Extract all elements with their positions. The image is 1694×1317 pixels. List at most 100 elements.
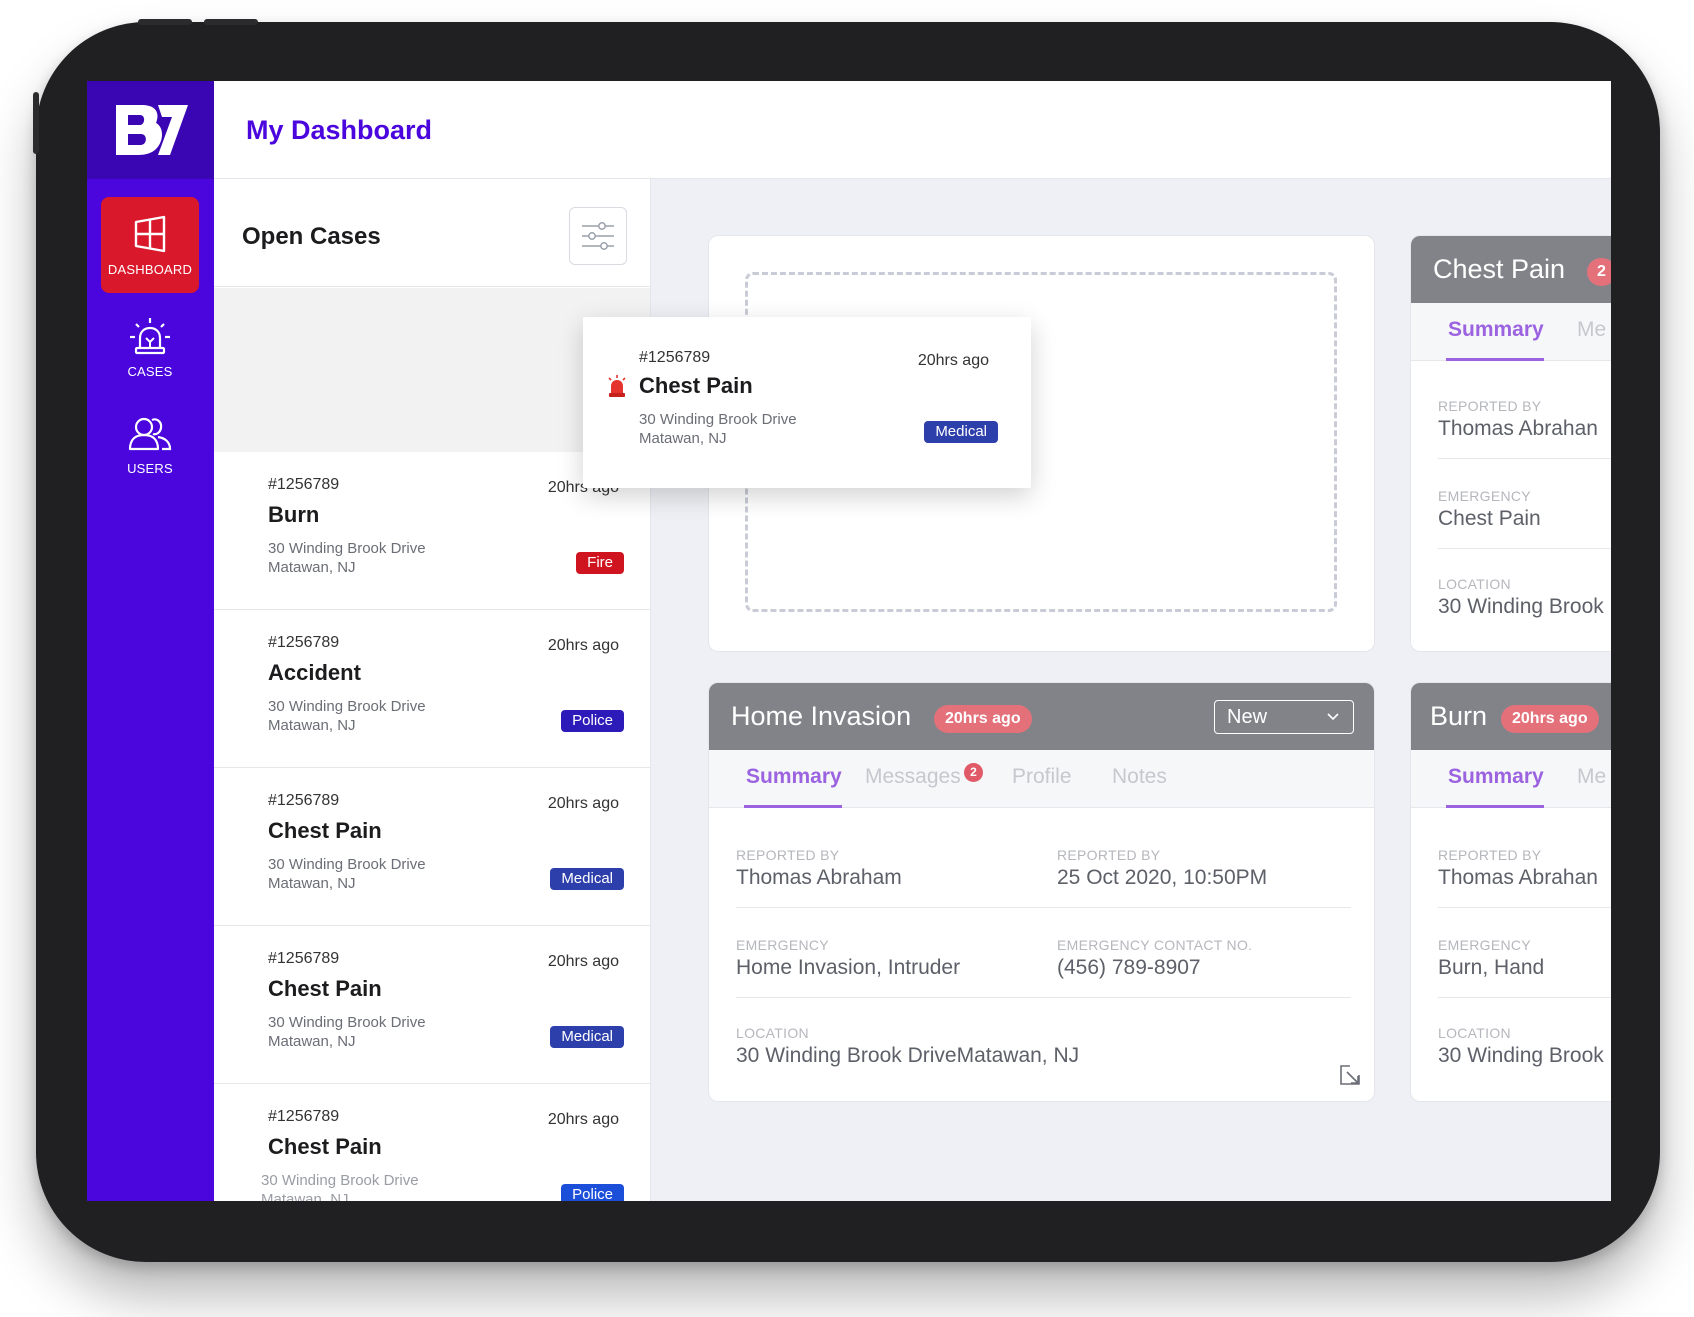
case-id: #1256789 <box>268 792 340 809</box>
count-badge: 2 <box>1587 258 1611 286</box>
tab-summary[interactable]: Summary <box>1448 765 1544 789</box>
tab-profile[interactable]: Profile <box>1012 765 1072 789</box>
card-title: Burn <box>1430 701 1488 731</box>
tablet-top-button <box>204 19 258 25</box>
case-address: 30 Winding Brook Drive <box>268 856 426 873</box>
case-id: #1256789 <box>268 634 340 651</box>
reported-at-label: REPORTED BY <box>1057 847 1161 863</box>
case-time: 20hrs ago <box>547 1111 619 1128</box>
case-title: Chest Pain <box>639 373 753 398</box>
case-time: 20hrs ago <box>547 637 619 654</box>
divider <box>736 907 1351 908</box>
app-screen: DASHBOARD CASES USERS My Dashboard Open … <box>87 81 1611 1201</box>
sidebar-item-cases[interactable]: CASES <box>101 299 199 395</box>
case-title: Chest Pain <box>268 976 382 1001</box>
case-time: 20hrs ago <box>547 795 619 812</box>
tab-active-indicator <box>744 805 842 808</box>
card-header: Chest Pain 2 <box>1411 236 1611 303</box>
time-badge: 20hrs ago <box>934 705 1032 733</box>
case-list-item[interactable]: #1256789 20hrs ago Accident 30 Winding B… <box>214 610 650 768</box>
case-type-tag: Fire <box>576 552 624 574</box>
card-header: Home Invasion 20hrs ago New <box>709 683 1374 750</box>
case-address: 30 Winding Brook Drive <box>268 698 426 715</box>
tab-summary[interactable]: Summary <box>746 765 842 789</box>
case-id: #1256789 <box>268 476 340 493</box>
reported-by-label: REPORTED BY <box>736 847 840 863</box>
emergency-label: EMERGENCY <box>1438 488 1531 504</box>
tab-summary[interactable]: Summary <box>1448 318 1544 342</box>
location-value: 30 Winding Brook DriveMatawan, NJ <box>736 1044 1080 1067</box>
card-tabs: Summary Me <box>1411 750 1611 808</box>
divider <box>736 997 1351 998</box>
case-type-tag: Medical <box>550 1026 624 1048</box>
sidebar: DASHBOARD CASES USERS <box>87 81 214 1201</box>
case-address-city: Matawan, NJ <box>261 1191 349 1201</box>
emergency-value: Home Invasion, Intruder <box>736 956 961 979</box>
sidebar-item-label: DASHBOARD <box>107 261 193 277</box>
card-tabs: Summary Messages 2 Profile Notes <box>709 750 1374 808</box>
divider <box>1438 997 1611 998</box>
case-address-city: Matawan, NJ <box>639 430 727 447</box>
tab-messages[interactable]: Me <box>1577 765 1606 789</box>
sidebar-item-users[interactable]: USERS <box>101 397 199 493</box>
emergency-value: Burn, Hand <box>1438 956 1545 979</box>
case-time: 20hrs ago <box>547 953 619 970</box>
tab-notes[interactable]: Notes <box>1112 765 1167 789</box>
card-header: Burn 20hrs ago <box>1411 683 1611 750</box>
tab-active-indicator <box>1446 358 1544 361</box>
case-type-tag: Medical <box>550 868 624 890</box>
divider <box>1438 907 1611 908</box>
b7-logo-icon <box>115 105 188 155</box>
case-address: 30 Winding Brook Drive <box>639 411 797 428</box>
emergency-value: Chest Pain <box>1438 507 1541 530</box>
emergency-label: EMERGENCY <box>736 937 829 953</box>
dragged-case-card[interactable]: #1256789 20hrs ago Chest Pain 30 Winding… <box>583 317 1031 488</box>
divider <box>1438 548 1611 549</box>
case-detail-card-home-invasion: Home Invasion 20hrs ago New Summary Mess… <box>708 682 1375 1102</box>
status-select[interactable]: New <box>1214 700 1354 734</box>
case-list-item[interactable]: #1256789 20hrs ago Chest Pain 30 Winding… <box>214 926 650 1084</box>
case-address-city: Matawan, NJ <box>268 1033 356 1050</box>
expand-icon[interactable] <box>1339 1064 1361 1086</box>
status-value: New <box>1227 706 1268 728</box>
emergency-label: EMERGENCY <box>1438 937 1531 953</box>
tab-messages[interactable]: Messages <box>865 765 961 789</box>
filter-button[interactable] <box>569 207 627 265</box>
case-detail-card-burn: Burn 20hrs ago Summary Me REPORTED BY Th… <box>1410 682 1611 1102</box>
case-type-tag: Police <box>561 710 624 732</box>
tab-messages[interactable]: Me <box>1577 318 1606 342</box>
case-id: #1256789 <box>268 950 340 967</box>
open-cases-header: Open Cases <box>214 179 650 287</box>
case-address-city: Matawan, NJ <box>268 559 356 576</box>
case-address-city: Matawan, NJ <box>268 875 356 892</box>
location-label: LOCATION <box>736 1025 809 1041</box>
chevron-down-icon <box>1327 713 1339 721</box>
case-title: Burn <box>268 502 320 527</box>
contact-label: EMERGENCY CONTACT NO. <box>1057 937 1253 953</box>
case-title: Chest Pain <box>268 818 382 843</box>
case-id: #1256789 <box>639 349 711 366</box>
tablet-top-button <box>138 19 192 25</box>
reported-at-value: 25 Oct 2020, 10:50PM <box>1057 866 1268 889</box>
siren-icon <box>130 317 170 354</box>
case-title: Accident <box>268 660 361 685</box>
case-type-tag: Medical <box>924 421 998 443</box>
case-time: 20hrs ago <box>917 352 989 369</box>
card-tabs: Summary Me <box>1411 303 1611 361</box>
location-value: 30 Winding Brook <box>1438 1044 1604 1067</box>
dashboard-icon <box>134 215 166 252</box>
sidebar-item-dashboard[interactable]: DASHBOARD <box>101 197 199 293</box>
app-logo[interactable] <box>87 81 214 179</box>
case-id: #1256789 <box>268 1108 340 1125</box>
sidebar-item-label: USERS <box>127 460 173 476</box>
open-cases-title: Open Cases <box>242 223 381 250</box>
time-badge: 20hrs ago <box>1501 705 1599 733</box>
page-title: My Dashboard <box>246 115 433 145</box>
case-list-item[interactable]: #1256789 20hrs ago Chest Pain 30 Winding… <box>214 1084 650 1201</box>
reported-by-value: Thomas Abraham <box>736 866 902 889</box>
case-address: 30 Winding Brook Drive <box>261 1172 419 1189</box>
case-list-item[interactable]: #1256789 20hrs ago Chest Pain 30 Winding… <box>214 768 650 926</box>
reported-by-value: Thomas Abrahan <box>1438 866 1598 889</box>
reported-by-label: REPORTED BY <box>1438 847 1542 863</box>
location-label: LOCATION <box>1438 1025 1511 1041</box>
